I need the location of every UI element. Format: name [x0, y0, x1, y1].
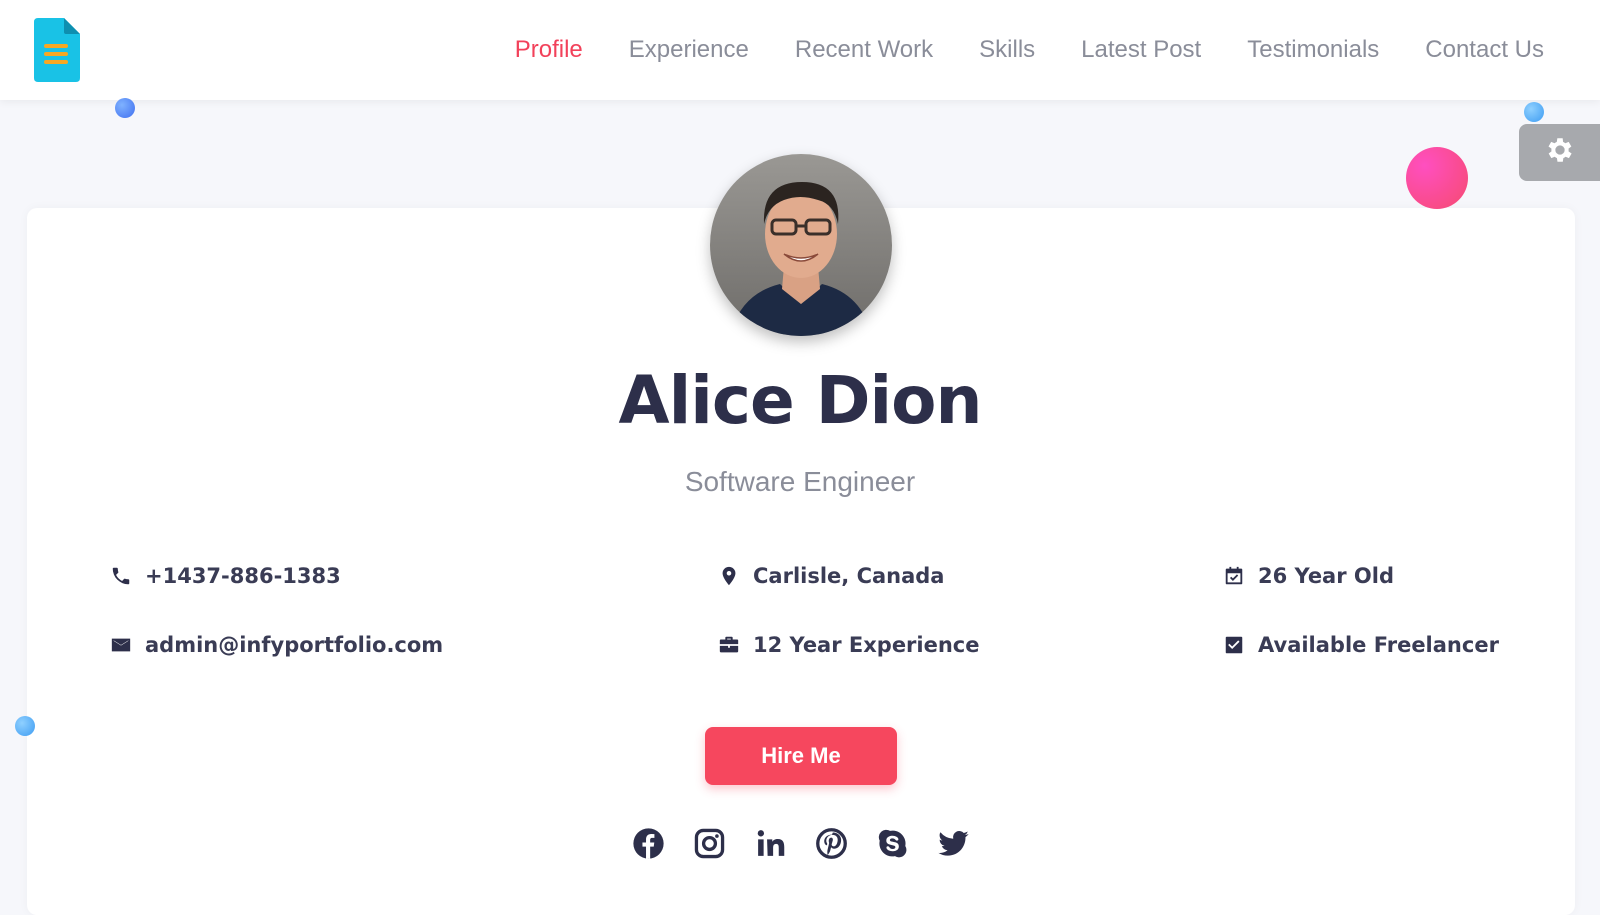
- email-info: admin@infyportfolio.com: [109, 633, 443, 657]
- skype-icon[interactable]: [876, 827, 909, 860]
- pinterest-icon[interactable]: [815, 827, 848, 860]
- nav-item-experience[interactable]: Experience: [629, 36, 749, 64]
- experience-text: 12 Year Experience: [753, 633, 980, 657]
- location-info: Carlisle, Canada: [717, 564, 944, 588]
- facebook-icon[interactable]: [632, 827, 665, 860]
- avatar: [710, 154, 892, 336]
- settings-button[interactable]: [1519, 124, 1600, 181]
- decorative-dot: [15, 716, 35, 736]
- hire-me-button[interactable]: Hire Me: [705, 727, 897, 785]
- phone-text: +1437-886-1383: [145, 564, 341, 588]
- decorative-dot: [1524, 102, 1544, 122]
- freelance-text: Available Freelancer: [1258, 633, 1499, 657]
- logo-icon[interactable]: [30, 18, 80, 82]
- nav-item-profile[interactable]: Profile: [515, 36, 583, 64]
- freelance-info: Available Freelancer: [1222, 633, 1499, 657]
- phone-info: +1437-886-1383: [109, 564, 341, 588]
- decorative-pink-ball: [1406, 147, 1468, 209]
- main-nav: Profile Experience Recent Work Skills La…: [515, 0, 1544, 100]
- gear-icon: [1544, 134, 1576, 171]
- social-links: [632, 827, 970, 860]
- nav-item-recent-work[interactable]: Recent Work: [795, 36, 933, 64]
- briefcase-icon: [717, 633, 741, 657]
- email-text: admin@infyportfolio.com: [145, 633, 444, 657]
- location-text: Carlisle, Canada: [753, 564, 945, 588]
- profile-role: Software Engineer: [684, 466, 916, 497]
- decorative-dot: [115, 98, 135, 118]
- site-header: Profile Experience Recent Work Skills La…: [0, 0, 1600, 100]
- envelope-icon: [109, 633, 133, 657]
- nav-item-contact-us[interactable]: Contact Us: [1425, 36, 1544, 64]
- age-info: 26 Year Old: [1222, 564, 1394, 588]
- map-pin-icon: [717, 564, 741, 588]
- nav-item-latest-post[interactable]: Latest Post: [1081, 36, 1201, 64]
- twitter-icon[interactable]: [937, 827, 970, 860]
- age-text: 26 Year Old: [1258, 564, 1394, 588]
- profile-name: Alice Dion: [618, 362, 983, 439]
- linkedin-icon[interactable]: [754, 827, 787, 860]
- experience-info: 12 Year Experience: [717, 633, 980, 657]
- calendar-check-icon: [1222, 564, 1246, 588]
- nav-item-testimonials[interactable]: Testimonials: [1247, 36, 1379, 64]
- checkbox-checked-icon: [1222, 633, 1246, 657]
- instagram-icon[interactable]: [693, 827, 726, 860]
- nav-item-skills[interactable]: Skills: [979, 36, 1035, 64]
- phone-icon: [109, 564, 133, 588]
